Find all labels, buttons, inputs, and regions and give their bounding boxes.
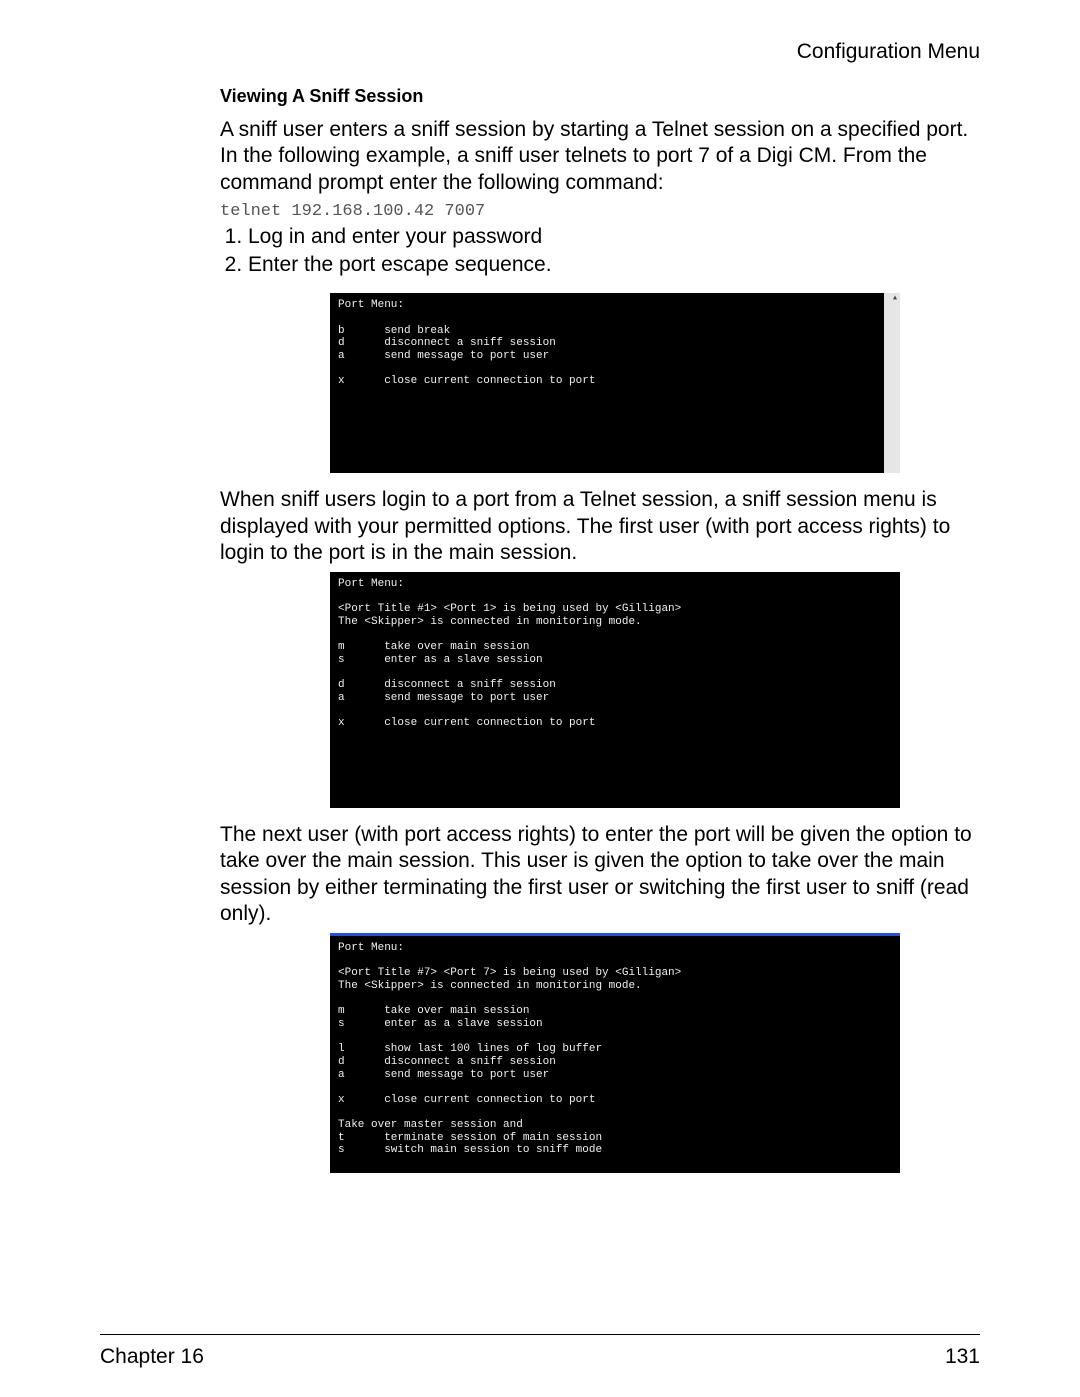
steps-list: Log in and enter your password Enter the… xyxy=(220,223,980,280)
terminal-screenshot-3: Port Menu: <Port Title #7> <Port 7> is b… xyxy=(330,933,900,1173)
chapter-label: Chapter 16 xyxy=(100,1345,204,1369)
step-2: Enter the port escape sequence. xyxy=(248,251,980,279)
terminal-screenshot-2: Port Menu: <Port Title #1> <Port 1> is b… xyxy=(330,572,900,808)
telnet-command: telnet 192.168.100.42 7007 xyxy=(220,202,980,221)
page-footer: Chapter 16 131 xyxy=(100,1334,980,1369)
page-number: 131 xyxy=(945,1345,980,1369)
terminal-screenshot-1: Port Menu: b send break d disconnect a s… xyxy=(330,293,900,473)
paragraph-after-term2: The next user (with port access rights) … xyxy=(220,822,980,927)
page-header-right: Configuration Menu xyxy=(220,40,980,64)
paragraph-after-term1: When sniff users login to a port from a … xyxy=(220,487,980,566)
section-title: Viewing A Sniff Session xyxy=(220,86,980,107)
step-1: Log in and enter your password xyxy=(248,223,980,251)
intro-paragraph: A sniff user enters a sniff session by s… xyxy=(220,117,980,196)
